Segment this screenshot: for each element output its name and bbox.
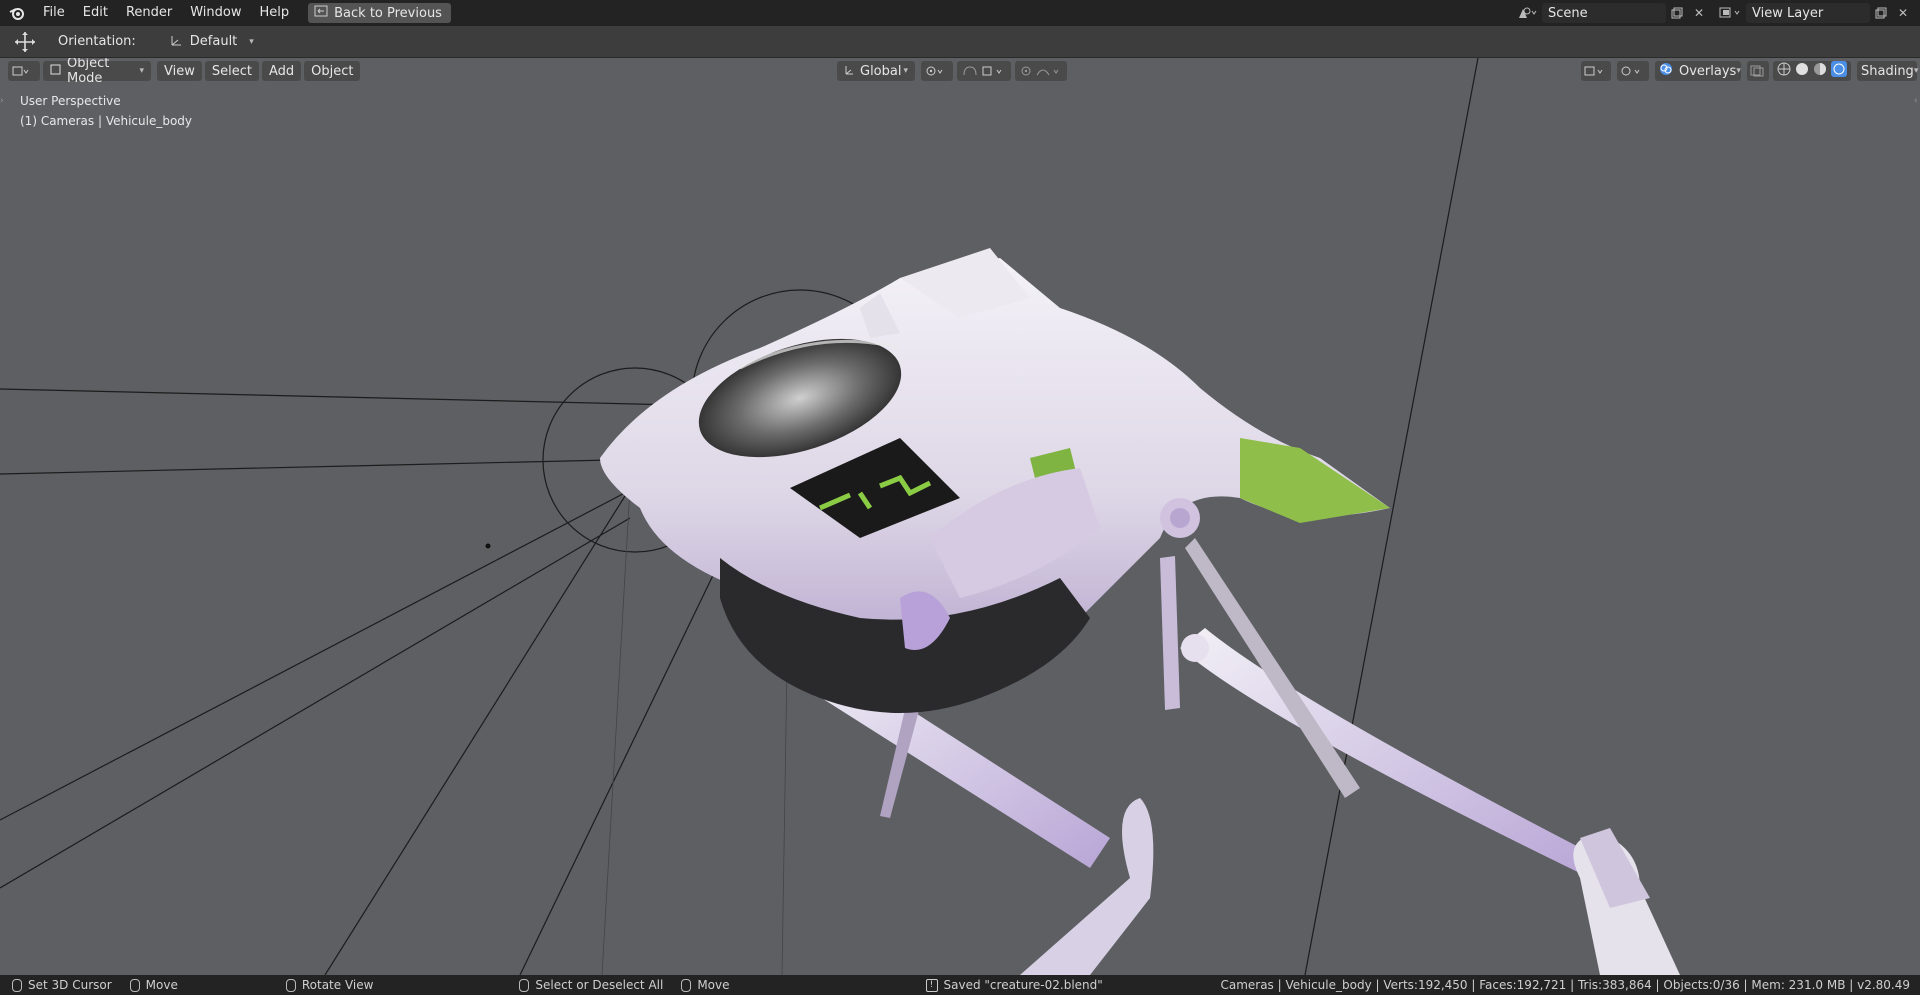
back-to-previous-button[interactable]: Back to Previous [308, 3, 451, 23]
pivot-point-dropdown[interactable] [921, 61, 953, 81]
orientation-label: Orientation: [58, 34, 136, 49]
gizmo-toggle[interactable] [1617, 61, 1649, 81]
delete-view-layer-icon[interactable]: ✕ [1892, 3, 1914, 23]
overlays-label: Overlays [1679, 63, 1737, 79]
menu-edit[interactable]: Edit [74, 0, 117, 26]
rendered-shading-icon[interactable] [1831, 61, 1847, 81]
right-region-toggle-icon[interactable]: ‹ [1914, 96, 1920, 106]
menu-render[interactable]: Render [117, 0, 181, 26]
select-menu[interactable]: Select [204, 61, 259, 81]
transform-orientation-dropdown[interactable]: Global ▾ [837, 61, 915, 81]
view-menu[interactable]: View [157, 61, 202, 81]
viewport-collection-label: (1) Cameras | Vehicule_body [20, 114, 193, 128]
viewport-perspective-label: User Perspective [20, 94, 121, 108]
mouse-drag-icon [129, 978, 140, 992]
3d-viewport[interactable]: Object Mode ▾ View Select Add Object Glo… [0, 58, 1920, 975]
new-scene-icon[interactable] [1666, 3, 1688, 23]
info-icon: ! [925, 978, 938, 992]
chevron-down-icon: ▾ [903, 66, 908, 76]
status-saved-message: ! Saved "creature-02.blend" [925, 978, 1103, 992]
status-rotate-view: Rotate View [285, 978, 373, 992]
status-stats: Cameras | Vehicule_body | Verts:192,450 … [1220, 978, 1910, 992]
back-to-previous-label: Back to Previous [334, 5, 442, 21]
delete-scene-icon[interactable]: ✕ [1688, 3, 1710, 23]
status-set-cursor: Set 3D Cursor [12, 978, 112, 992]
orientation-axis-icon [170, 33, 184, 51]
screen-back-icon [314, 5, 328, 21]
status-move-2: Move [681, 978, 730, 992]
global-axis-icon [844, 64, 855, 79]
left-region-toggle-icon[interactable]: › [0, 96, 6, 106]
status-bar: Set 3D Cursor Move Rotate View Select or… [0, 975, 1920, 995]
shading-modes[interactable] [1773, 61, 1851, 81]
view-layer-browse-icon[interactable] [1714, 3, 1746, 23]
top-right-controls: Scene ✕ View Layer ✕ [1512, 0, 1920, 26]
mode-dropdown[interactable]: Object Mode ▾ [43, 58, 151, 86]
mouse-right-icon [519, 978, 530, 992]
mouse-left-icon [12, 978, 22, 992]
object-menu[interactable]: Object [304, 61, 361, 81]
view-layer-name: View Layer [1752, 5, 1824, 21]
tool-settings-bar: Orientation: Default ▾ [0, 26, 1920, 58]
material-shading-icon[interactable] [1813, 62, 1827, 80]
solid-shading-icon[interactable] [1795, 62, 1809, 80]
view-layer-field[interactable]: View Layer [1746, 3, 1870, 23]
scene-name-field[interactable]: Scene [1542, 3, 1666, 23]
xray-toggle[interactable] [1747, 61, 1769, 81]
snap-toggle[interactable] [957, 61, 1011, 81]
blender-logo-icon[interactable] [0, 0, 34, 26]
menu-help[interactable]: Help [251, 0, 299, 26]
orientation-value: Default [189, 34, 238, 49]
status-move-1: Move [129, 978, 178, 992]
chevron-down-icon: ▾ [139, 66, 144, 76]
scene-render [0, 58, 1680, 975]
viewport-header: Object Mode ▾ View Select Add Object Glo… [0, 58, 1920, 86]
mouse-middle-icon [285, 978, 296, 992]
chevron-down-icon: ▾ [1913, 66, 1919, 76]
transform-orientation-label: Global [860, 63, 902, 79]
top-menu-bar: File Edit Render Window Help Back to Pre… [0, 0, 1920, 26]
scene-name: Scene [1548, 5, 1588, 21]
chevron-down-icon: ▾ [1736, 66, 1741, 76]
editor-type-dropdown[interactable] [8, 61, 40, 81]
menu-window[interactable]: Window [181, 0, 250, 26]
mode-label: Object Mode [67, 58, 110, 86]
object-mode-icon [50, 64, 61, 79]
add-menu[interactable]: Add [261, 61, 302, 81]
new-view-layer-icon[interactable] [1870, 3, 1892, 23]
wireframe-shading-icon[interactable] [1777, 62, 1791, 80]
shading-label: Shading [1861, 63, 1914, 79]
view-object-types-dropdown[interactable] [1581, 61, 1611, 81]
overlays-icon [1659, 62, 1673, 80]
menu-file[interactable]: File [34, 0, 74, 26]
scene-browse-icon[interactable] [1512, 3, 1542, 23]
move-tool-icon[interactable] [0, 30, 50, 54]
creature-body [600, 248, 1390, 713]
mouse-right-drag-icon [681, 978, 692, 992]
proportional-editing-toggle[interactable] [1015, 61, 1067, 81]
overlays-dropdown[interactable]: Overlays ▾ [1655, 61, 1741, 81]
orientation-dropdown[interactable]: Default ▾ [163, 31, 260, 52]
chevron-down-icon: ▾ [249, 36, 254, 47]
shading-dropdown[interactable]: Shading ▾ [1857, 61, 1919, 81]
status-select-all: Select or Deselect All [519, 978, 663, 992]
